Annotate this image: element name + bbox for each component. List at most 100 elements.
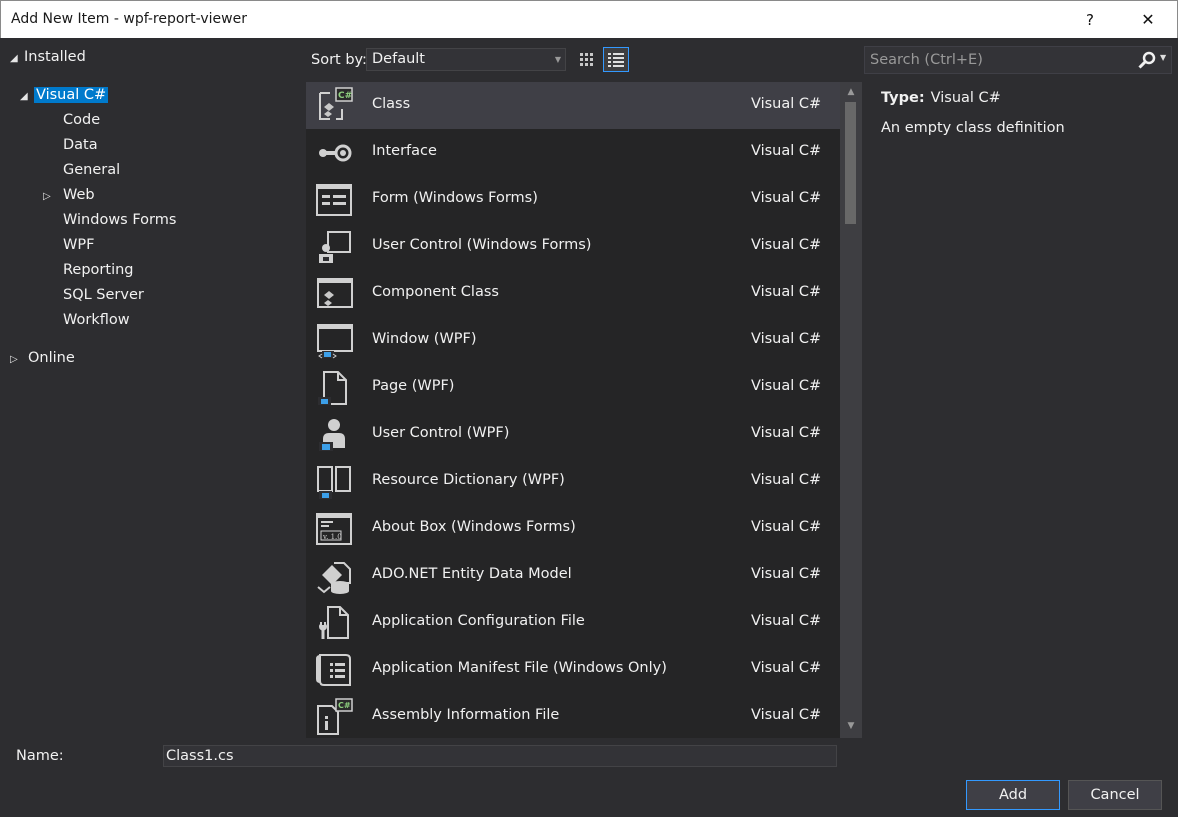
template-description: An empty class definition	[881, 120, 1065, 136]
tree-node-online[interactable]: ▷ Online	[10, 347, 75, 369]
cancel-button[interactable]: Cancel	[1068, 780, 1162, 810]
template-row-manifest[interactable]: Application Manifest File (Windows Only)…	[306, 646, 840, 693]
search-icon[interactable]	[1137, 50, 1157, 70]
tree-node-installed[interactable]: ◢ Installed	[10, 46, 86, 68]
template-name: Interface	[372, 143, 437, 159]
user-control-icon	[319, 231, 351, 263]
template-row-class[interactable]: C# Class Visual C#	[306, 82, 840, 129]
template-name: Resource Dictionary (WPF)	[372, 472, 565, 488]
template-name: User Control (WPF)	[372, 425, 510, 441]
template-language: Visual C#	[751, 96, 822, 112]
template-row-resource-dictionary[interactable]: Resource Dictionary (WPF) Visual C#	[306, 458, 840, 505]
template-row-form[interactable]: Form (Windows Forms) Visual C#	[306, 176, 840, 223]
search-input[interactable]	[865, 47, 1130, 73]
svg-text:C#: C#	[338, 91, 352, 101]
template-language: Visual C#	[751, 472, 822, 488]
class-icon: C#	[319, 87, 353, 120]
template-row-window-wpf[interactable]: Window (WPF) Visual C#	[306, 317, 840, 364]
expanded-arrow-icon[interactable]: ◢	[20, 86, 34, 108]
template-name: Page (WPF)	[372, 378, 455, 394]
template-language: Visual C#	[751, 190, 822, 206]
template-row-assembly-info[interactable]: C# Assembly Information File Visual C#	[306, 693, 840, 738]
wpf-user-control-icon	[319, 419, 345, 451]
component-icon	[317, 278, 353, 308]
template-language: Visual C#	[751, 425, 822, 441]
template-name: User Control (Windows Forms)	[372, 237, 592, 253]
add-button[interactable]: Add	[966, 780, 1060, 810]
template-name: ADO.NET Entity Data Model	[372, 566, 572, 582]
collapsed-arrow-icon[interactable]: ▷	[43, 186, 63, 208]
template-language: Visual C#	[751, 143, 822, 159]
dialog-footer: Name: Add Cancel	[0, 738, 1178, 817]
template-row-component-class[interactable]: Component Class Visual C#	[306, 270, 840, 317]
template-row-page-wpf[interactable]: Page (WPF) Visual C#	[306, 364, 840, 411]
tree-node-windows-forms[interactable]: Windows Forms	[63, 209, 176, 231]
help-button[interactable]: ?	[1067, 1, 1113, 38]
tree-node-code[interactable]: Code	[63, 109, 100, 131]
sort-value: Default	[372, 51, 425, 67]
config-file-icon	[319, 606, 349, 639]
collapsed-arrow-icon[interactable]: ▷	[10, 349, 28, 371]
title-bar: Add New Item - wpf-report-viewer ? ✕	[0, 0, 1178, 38]
template-type: Type: Visual C#	[881, 90, 1001, 106]
template-row-entity-model[interactable]: ADO.NET Entity Data Model Visual C#	[306, 552, 840, 599]
template-name: Application Manifest File (Windows Only)	[372, 660, 667, 676]
svg-text:C#: C#	[338, 701, 351, 710]
name-field[interactable]	[163, 745, 837, 767]
assembly-info-icon: C#	[317, 698, 353, 735]
tree-node-web[interactable]: ▷ Web	[43, 184, 95, 206]
template-row-user-control-winforms[interactable]: User Control (Windows Forms) Visual C#	[306, 223, 840, 270]
tree-node-sql-server[interactable]: SQL Server	[63, 284, 144, 306]
sort-label: Sort by:	[311, 52, 367, 68]
template-row-user-control-wpf[interactable]: User Control (WPF) Visual C#	[306, 411, 840, 458]
scroll-thumb[interactable]	[845, 102, 856, 224]
template-language: Visual C#	[751, 284, 822, 300]
template-row-config-file[interactable]: Application Configuration File Visual C#	[306, 599, 840, 646]
scroll-up-arrow-icon[interactable]: ▲	[840, 84, 862, 100]
list-view-button[interactable]	[603, 47, 629, 72]
manifest-icon	[316, 654, 351, 686]
sort-dropdown[interactable]: Default ▼	[366, 48, 566, 71]
template-language: Visual C#	[751, 519, 822, 535]
template-name: Assembly Information File	[372, 707, 560, 723]
template-name: Class	[372, 96, 411, 112]
window-title: Add New Item - wpf-report-viewer	[11, 11, 247, 27]
template-row-about-box[interactable]: v. 1.0 About Box (Windows Forms) Visual …	[306, 505, 840, 552]
svg-text:v. 1.0: v. 1.0	[322, 533, 342, 541]
search-box: ▼	[864, 46, 1172, 74]
template-category-tree: ◢ Installed ◢ Visual C# Code Data General …	[0, 38, 306, 738]
tree-node-data[interactable]: Data	[63, 134, 98, 156]
template-row-interface[interactable]: Interface Visual C#	[306, 129, 840, 176]
name-label: Name:	[16, 748, 64, 764]
tree-node-workflow[interactable]: Workflow	[63, 309, 130, 331]
tree-node-reporting[interactable]: Reporting	[63, 259, 134, 281]
resource-dictionary-icon	[317, 466, 351, 499]
template-language: Visual C#	[751, 660, 822, 676]
template-name: Window (WPF)	[372, 331, 477, 347]
template-name: Component Class	[372, 284, 499, 300]
template-name: Application Configuration File	[372, 613, 585, 629]
about-box-icon: v. 1.0	[316, 513, 352, 545]
form-icon	[316, 184, 352, 216]
template-language: Visual C#	[751, 331, 822, 347]
template-list-scrollbar[interactable]: ▲ ▼	[840, 82, 862, 738]
interface-icon	[319, 144, 352, 162]
grid-view-button[interactable]	[574, 47, 600, 72]
list-view-icon	[608, 52, 624, 67]
template-list: C# Class Visual C# Interface Visual C# F…	[306, 82, 862, 738]
template-language: Visual C#	[751, 378, 822, 394]
template-language: Visual C#	[751, 613, 822, 629]
scroll-down-arrow-icon[interactable]: ▼	[840, 718, 862, 734]
page-icon	[318, 371, 347, 405]
search-options-chevron-icon[interactable]: ▼	[1160, 53, 1166, 62]
template-language: Visual C#	[751, 566, 822, 582]
close-button[interactable]: ✕	[1125, 1, 1171, 38]
sort-toolbar: Sort by: Default ▼	[306, 38, 864, 82]
window-icon	[317, 324, 353, 359]
type-label: Type:	[881, 90, 925, 106]
tree-node-general[interactable]: General	[63, 159, 120, 181]
expanded-arrow-icon[interactable]: ◢	[10, 48, 24, 70]
template-name: Form (Windows Forms)	[372, 190, 538, 206]
tree-node-visual-csharp[interactable]: ◢ Visual C#	[20, 84, 109, 108]
tree-node-wpf[interactable]: WPF	[63, 234, 94, 256]
